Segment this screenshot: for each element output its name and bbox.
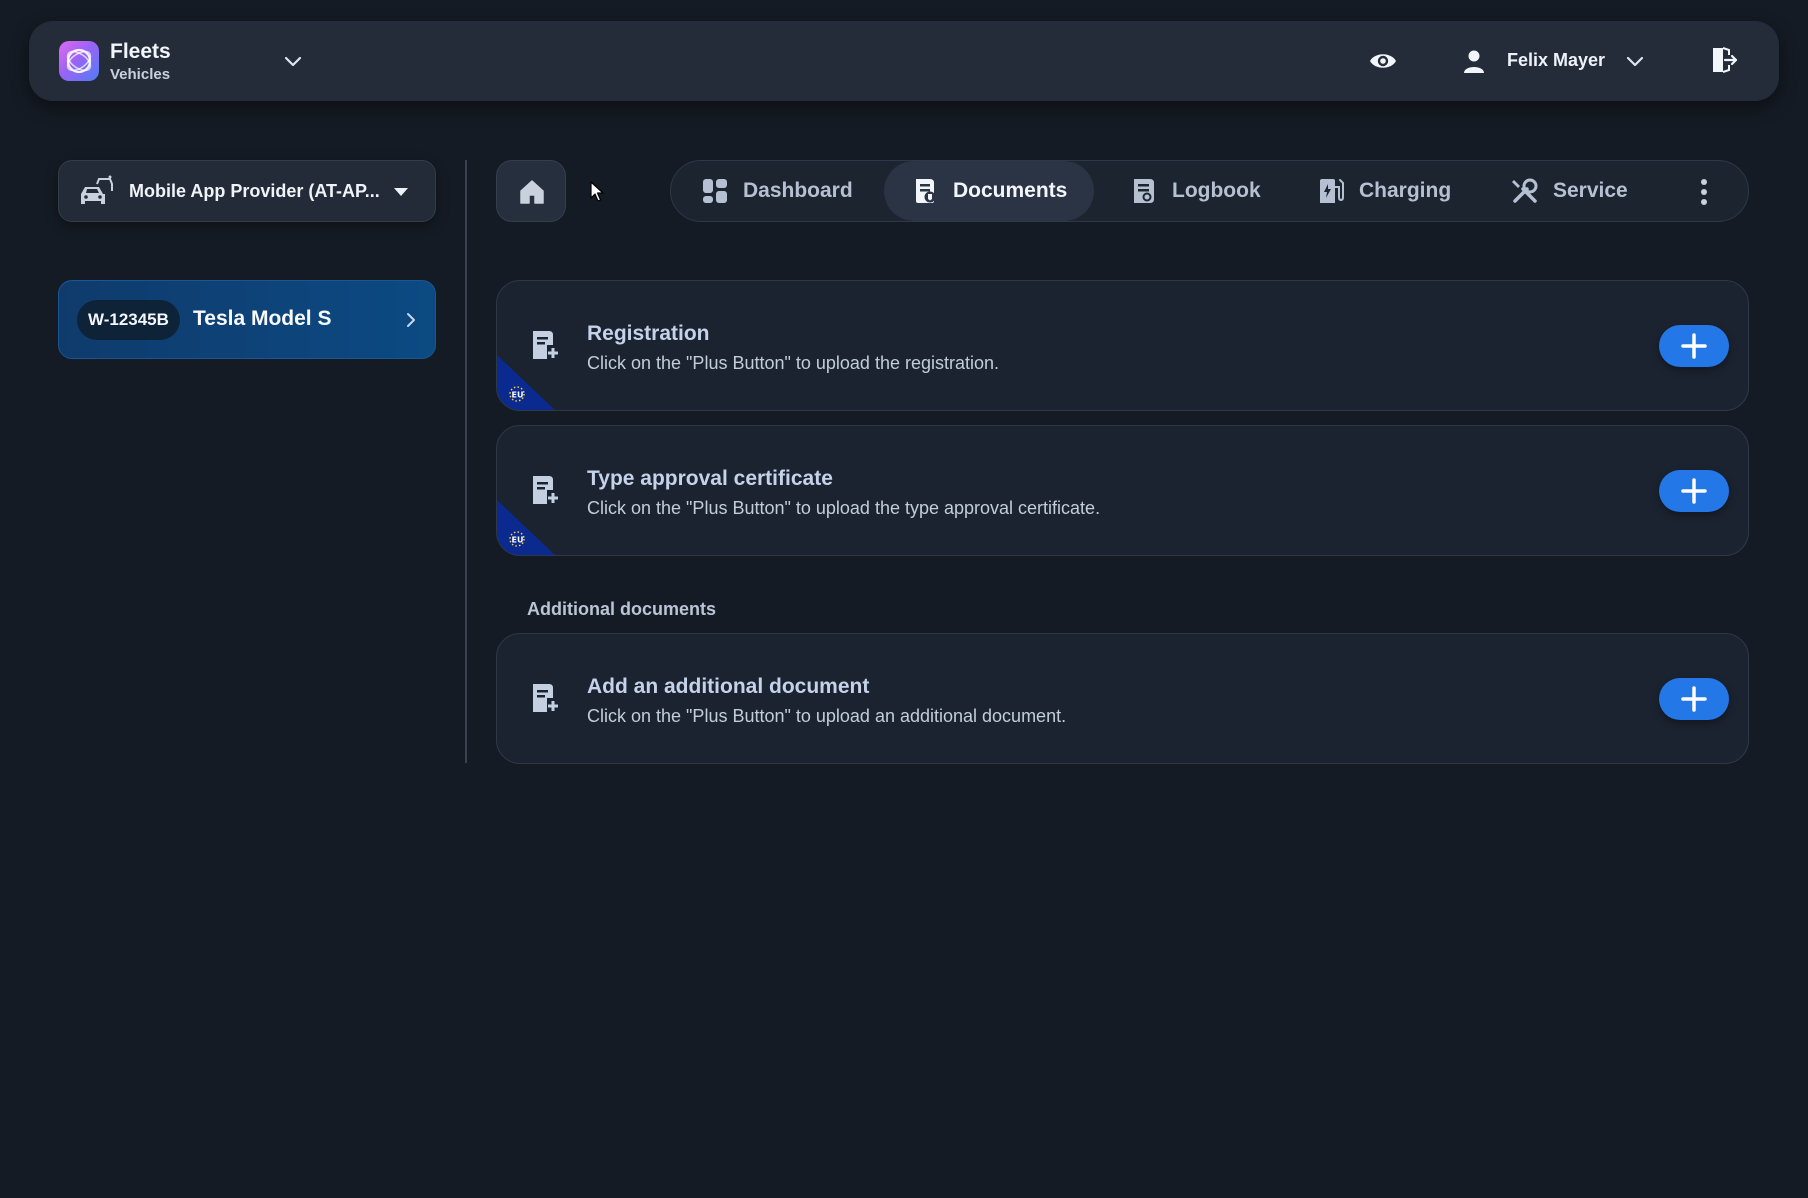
dashboard-icon [701, 177, 729, 205]
eye-icon[interactable] [1368, 46, 1398, 76]
app-title: Fleets [110, 40, 171, 63]
tab-charging[interactable]: Charging [1317, 161, 1451, 221]
tab-dashboard[interactable]: Dashboard [701, 161, 853, 221]
home-icon [520, 180, 544, 204]
plus-icon [1681, 478, 1707, 504]
app-subtitle: Vehicles [110, 66, 171, 83]
document-add-icon [530, 682, 560, 714]
upload-type-approval-button[interactable] [1659, 470, 1729, 512]
logout-icon[interactable] [1709, 45, 1739, 75]
document-description: Click on the "Plus Button" to upload an … [587, 706, 1067, 726]
tab-label: Documents [953, 179, 1068, 202]
service-icon [1511, 177, 1539, 205]
top-bar: Fleets Vehicles Felix Mayer [29, 21, 1779, 101]
upload-registration-button[interactable] [1659, 325, 1729, 367]
document-title: Registration [587, 322, 710, 345]
vehicle-list-item[interactable]: W-12345B Tesla Model S [58, 280, 436, 359]
plus-icon [1681, 686, 1707, 712]
chevron-right-icon [404, 311, 418, 329]
document-add-icon [530, 474, 560, 506]
tab-label: Service [1553, 179, 1628, 202]
add-additional-document-button[interactable] [1659, 678, 1729, 720]
vehicle-name: Tesla Model S [193, 307, 332, 330]
fleet-car-icon [77, 174, 115, 210]
additional-documents-heading: Additional documents [527, 599, 716, 619]
license-plate-badge: W-12345B [77, 300, 180, 340]
document-title: Add an additional document [587, 675, 870, 698]
document-title: Type approval certificate [587, 467, 833, 490]
app-logo-icon[interactable] [59, 41, 99, 81]
user-icon[interactable] [1461, 48, 1487, 74]
documents-icon [911, 177, 939, 205]
app-switcher-chevron-down-icon[interactable] [283, 53, 303, 69]
document-card-type-approval: EU Type approval certificate Click on th… [496, 425, 1749, 556]
tab-label: Logbook [1172, 179, 1261, 202]
document-description: Click on the "Plus Button" to upload the… [587, 353, 1000, 373]
tab-logbook[interactable]: Logbook [1130, 161, 1261, 221]
document-add-icon [530, 329, 560, 361]
tab-label: Charging [1359, 179, 1452, 202]
document-description: Click on the "Plus Button" to upload the… [587, 498, 1101, 518]
document-card-additional: Add an additional document Click on the … [496, 633, 1749, 764]
plus-icon [1681, 333, 1707, 359]
vertical-divider [465, 160, 467, 763]
tab-label: Dashboard [743, 179, 853, 202]
logbook-icon [1130, 177, 1158, 205]
eu-badge-text: EU [512, 391, 524, 400]
user-menu-chevron-down-icon[interactable] [1625, 53, 1645, 69]
mouse-cursor-icon [590, 181, 604, 208]
tab-service[interactable]: Service [1511, 161, 1628, 221]
home-button[interactable] [496, 160, 566, 222]
user-name[interactable]: Felix Mayer [1507, 50, 1605, 71]
provider-select-value: Mobile App Provider (AT-AP... [129, 181, 380, 201]
caret-down-icon [393, 185, 409, 199]
tab-documents[interactable]: Documents [884, 161, 1095, 221]
provider-select[interactable]: Mobile App Provider (AT-AP... [58, 160, 436, 222]
eu-badge-text: EU [512, 536, 524, 545]
charging-icon [1317, 177, 1345, 205]
section-tabs: Dashboard Documents Logbook Charging Ser… [670, 160, 1749, 222]
document-card-registration: EU Registration Click on the "Plus Butto… [496, 280, 1749, 411]
more-vertical-icon[interactable] [1699, 177, 1709, 207]
